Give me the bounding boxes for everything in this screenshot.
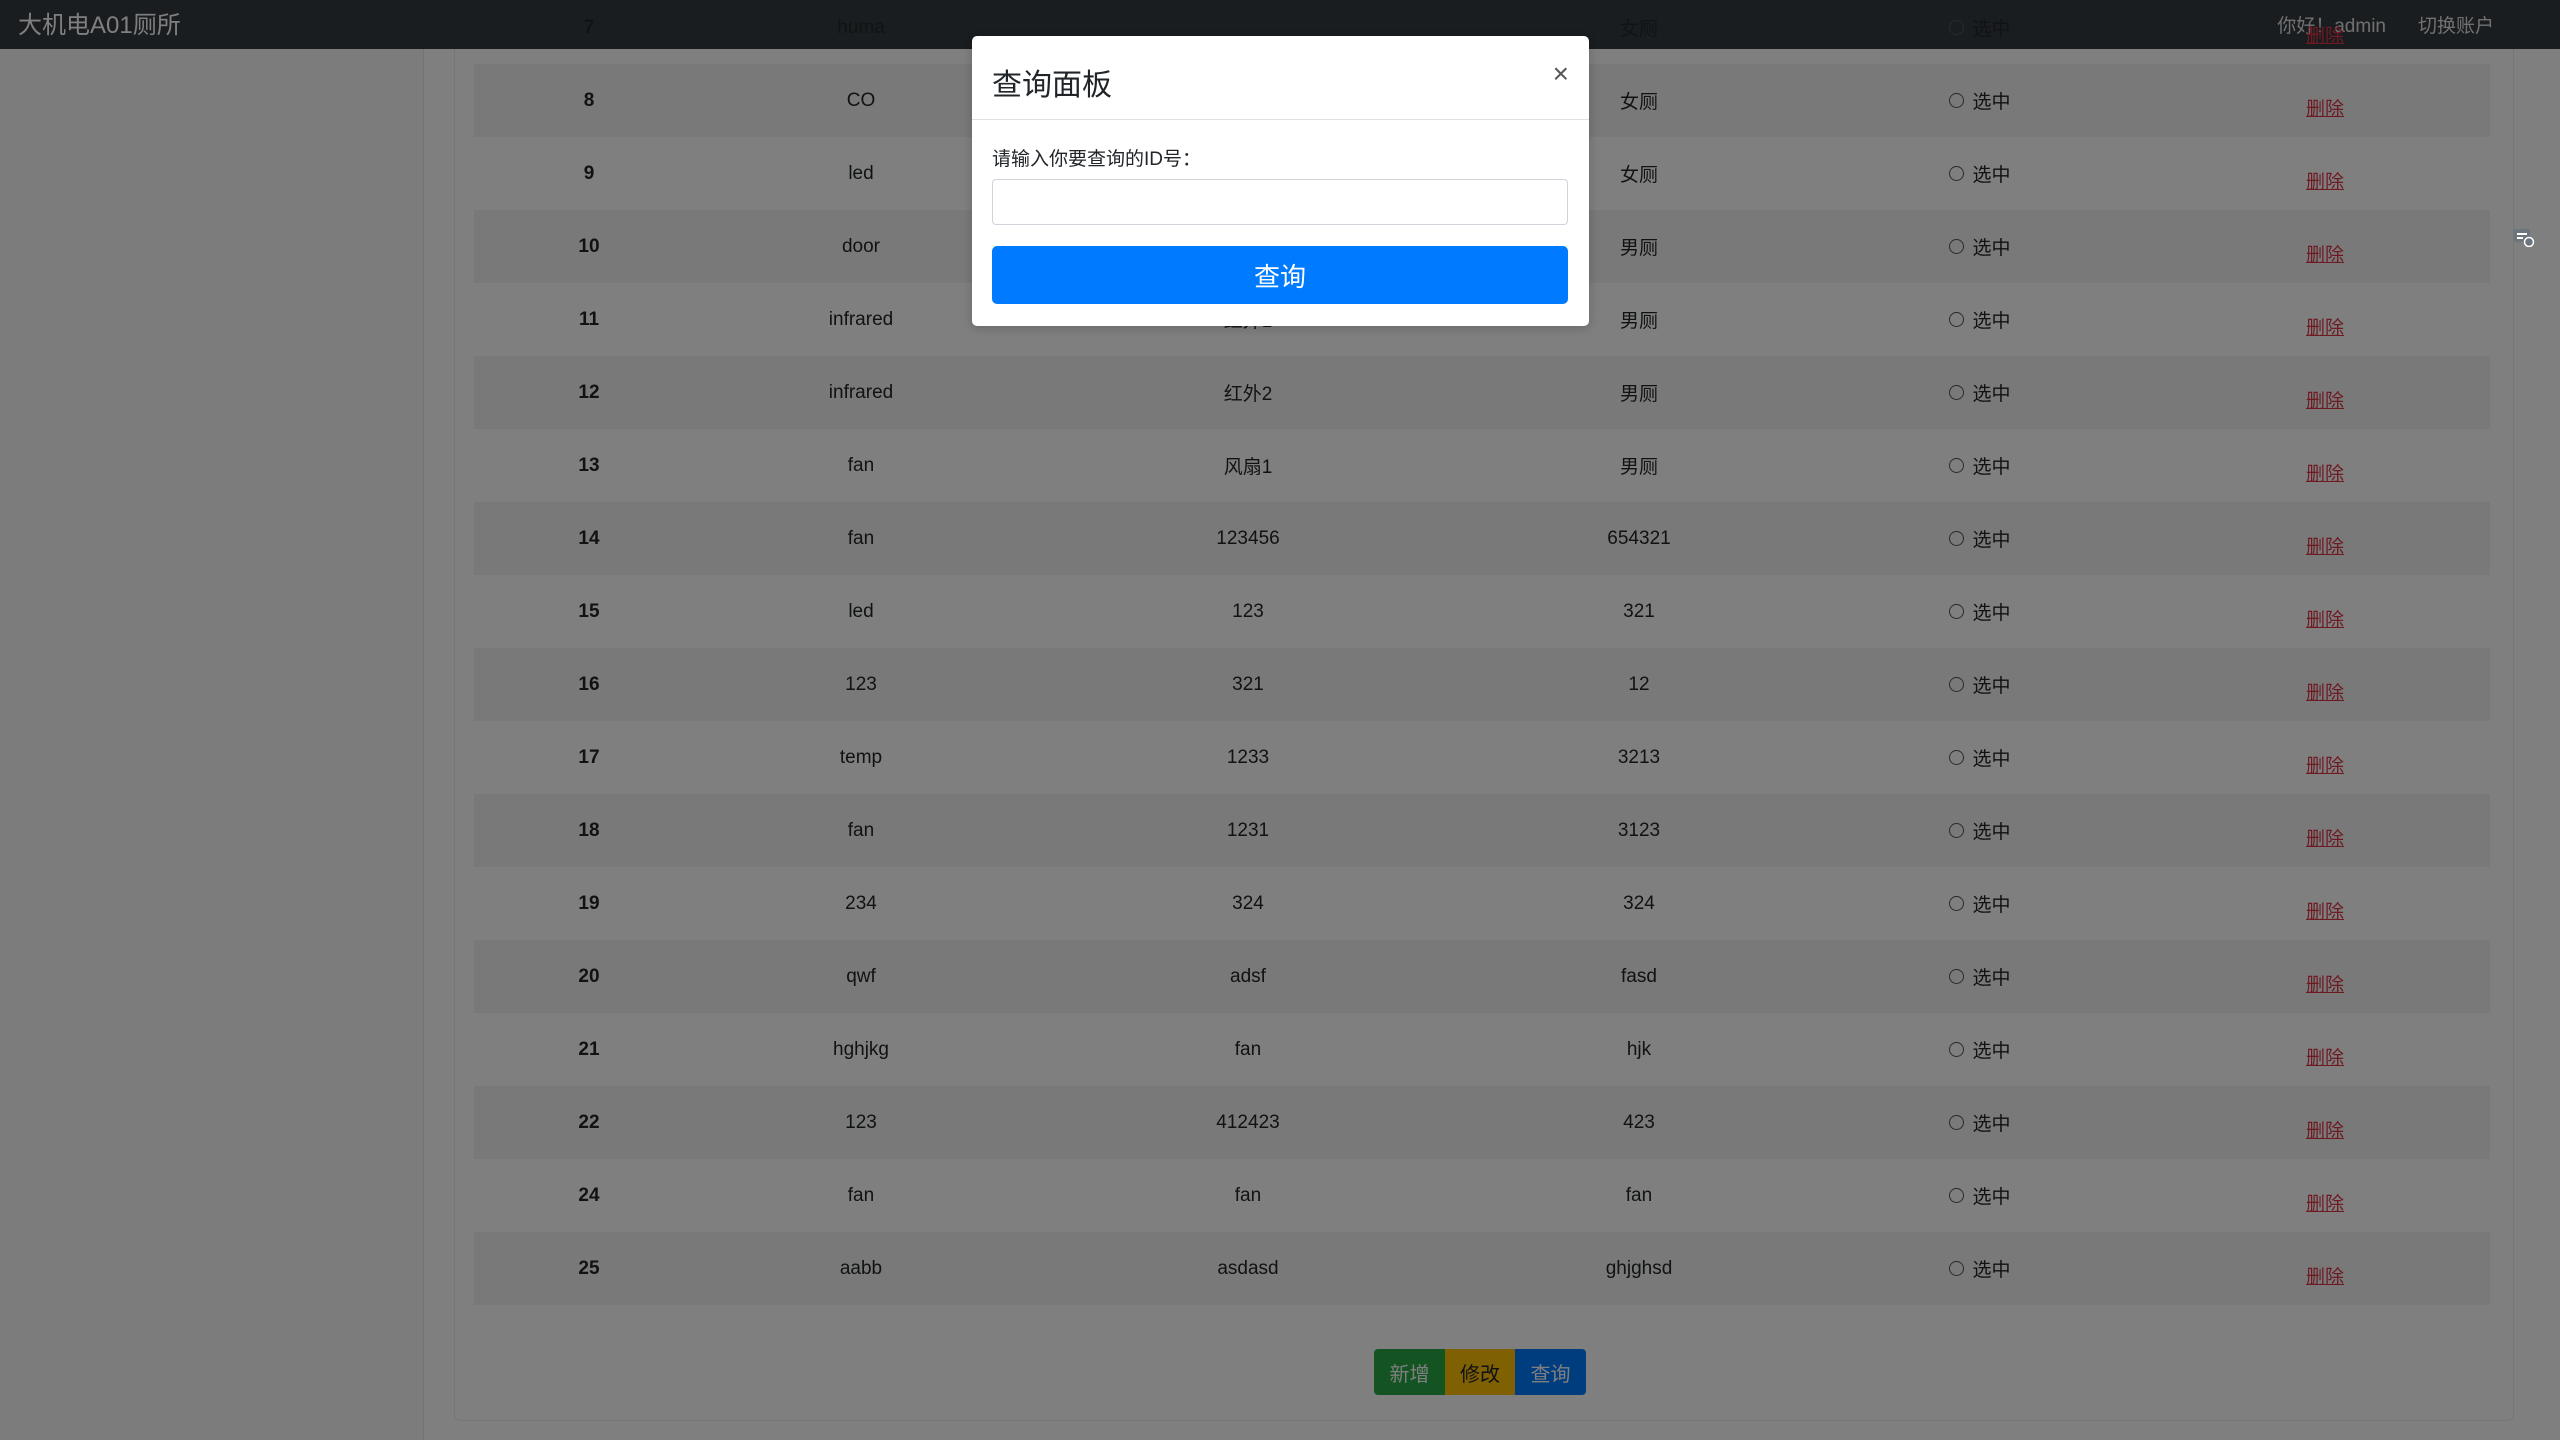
modal-title: 查询面板: [992, 69, 1112, 102]
query-modal: 查询面板 × 请输入你要查询的ID号： 查询: [972, 36, 2535, 326]
id-input-label: 请输入你要查询的ID号：: [992, 149, 1202, 170]
modal-header: 查询面板 ×: [972, 36, 1589, 120]
id-input[interactable]: [992, 179, 1568, 225]
autofill-icon[interactable]: [2513, 227, 2535, 247]
close-icon[interactable]: ×: [1553, 58, 1569, 90]
query-submit-button[interactable]: 查询: [992, 246, 1568, 304]
